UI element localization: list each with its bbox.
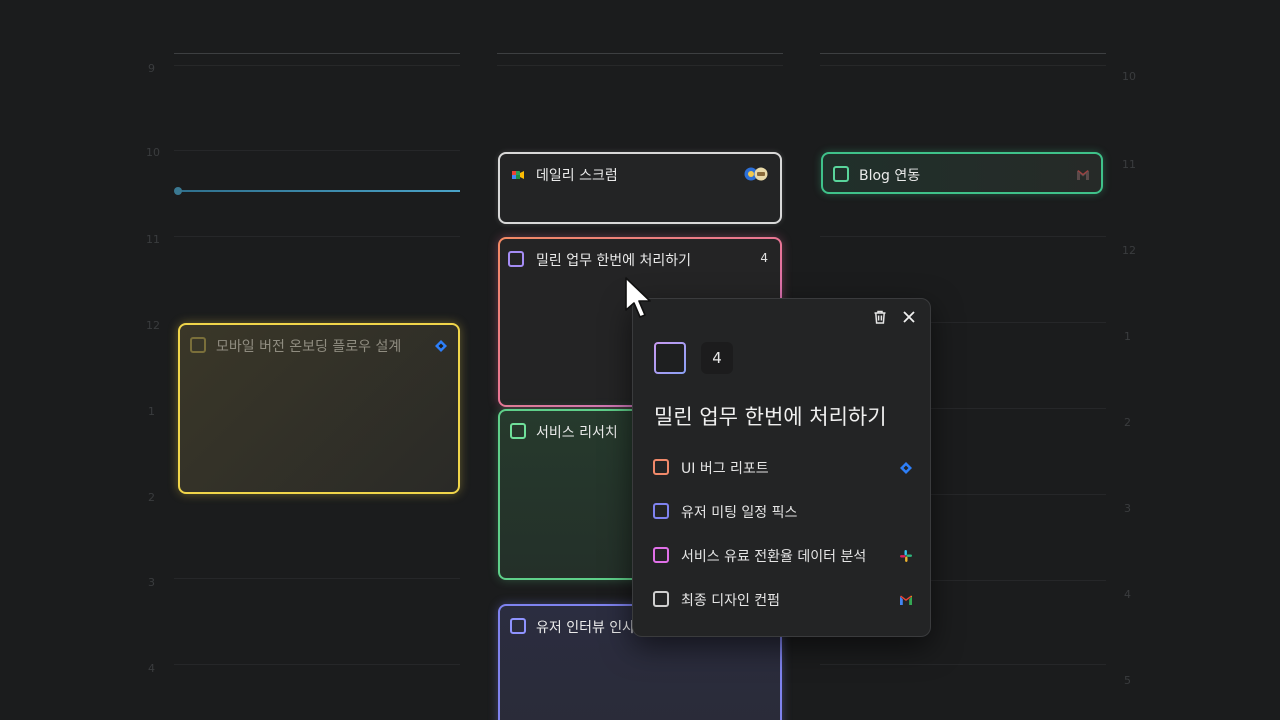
subtask-count: 4	[760, 251, 768, 265]
event-checkbox[interactable]	[510, 618, 526, 634]
task-item[interactable]: 유저 미팅 일정 픽스	[653, 501, 915, 523]
hour-label: 3	[148, 576, 155, 589]
task-checkbox[interactable]	[653, 591, 669, 607]
grid-line	[174, 150, 460, 151]
event-checkbox[interactable]	[190, 337, 206, 353]
event-title: 데일리 스크럼	[536, 168, 618, 184]
event-checkbox[interactable]	[833, 166, 849, 182]
event-title: 유저 인터뷰 인사	[536, 620, 636, 636]
hour-label: 4	[148, 662, 155, 675]
grid-line	[174, 236, 460, 237]
hour-label: 2	[148, 491, 155, 504]
grid-line	[931, 580, 1106, 581]
event-daily-scrum[interactable]: 데일리 스크럼	[498, 152, 782, 224]
hour-label: 12	[1122, 244, 1136, 257]
column-header-line	[497, 65, 783, 66]
hour-label: 10	[1122, 70, 1136, 83]
column-header-line	[820, 53, 1106, 54]
grid-line	[820, 236, 1106, 237]
popup-checkbox[interactable]	[654, 342, 686, 374]
task-item[interactable]: UI 버그 리포트	[653, 457, 915, 479]
mouse-cursor-icon	[622, 276, 654, 326]
event-detail-popup: 4 밀린 업무 한번에 처리하기 UI 버그 리포트 유저 미팅 일정 픽스 서…	[632, 298, 931, 637]
hour-label: 9	[148, 62, 155, 75]
grid-line	[931, 322, 1106, 323]
column-header-line	[820, 65, 1106, 66]
hour-label: 2	[1124, 416, 1131, 429]
hour-label: 12	[146, 319, 160, 332]
delete-button[interactable]	[870, 309, 890, 329]
hour-label: 1	[1124, 330, 1131, 343]
hour-label: 10	[146, 146, 160, 159]
hour-label: 11	[146, 233, 160, 246]
hour-label: 4	[1124, 588, 1131, 601]
event-title: 모바일 버전 온보딩 플로우 설계	[216, 339, 402, 355]
hour-label: 5	[1124, 674, 1131, 687]
event-title: 밀린 업무 한번에 처리하기	[536, 253, 692, 269]
current-time-dot	[174, 187, 182, 195]
event-title: 서비스 리서치	[536, 425, 618, 441]
event-blog[interactable]: Blog 연동	[821, 152, 1103, 194]
event-checkbox[interactable]	[510, 423, 526, 439]
grid-line	[820, 664, 1106, 665]
attendee-avatars	[744, 166, 770, 182]
task-label: 최종 디자인 컨펌	[681, 593, 781, 609]
close-icon	[901, 309, 917, 329]
grid-line	[931, 408, 1106, 409]
grid-line	[931, 494, 1106, 495]
task-checkbox[interactable]	[653, 547, 669, 563]
jira-icon	[899, 460, 913, 474]
task-label: 서비스 유료 전환율 데이터 분석	[681, 549, 867, 565]
hour-label: 3	[1124, 502, 1131, 515]
column-header-line	[174, 65, 460, 66]
slack-icon	[899, 548, 913, 562]
close-button[interactable]	[899, 309, 919, 329]
gmail-icon	[899, 592, 913, 606]
grid-line	[174, 578, 460, 579]
event-title: Blog 연동	[859, 168, 921, 184]
task-item[interactable]: 최종 디자인 컨펌	[653, 589, 915, 611]
hour-label: 1	[148, 405, 155, 418]
task-label: UI 버그 리포트	[681, 461, 769, 477]
task-checkbox[interactable]	[653, 459, 669, 475]
task-label: 유저 미팅 일정 픽스	[681, 505, 798, 521]
task-item[interactable]: 서비스 유료 전환율 데이터 분석	[653, 545, 915, 567]
event-checkbox[interactable]	[508, 251, 524, 267]
popup-title: 밀린 업무 한번에 처리하기	[654, 405, 887, 429]
hour-label: 11	[1122, 158, 1136, 171]
current-time-line	[178, 190, 460, 192]
event-mobile-onboarding[interactable]: 모바일 버전 온보딩 플로우 설계	[178, 323, 460, 494]
grid-line	[174, 664, 460, 665]
gmail-icon	[1076, 167, 1090, 181]
jira-icon	[434, 338, 448, 352]
column-header-line	[174, 53, 460, 54]
task-checkbox[interactable]	[653, 503, 669, 519]
trash-icon	[872, 309, 888, 329]
popup-subtask-count: 4	[701, 342, 733, 374]
google-meet-icon	[511, 167, 525, 181]
column-header-line	[497, 53, 783, 54]
